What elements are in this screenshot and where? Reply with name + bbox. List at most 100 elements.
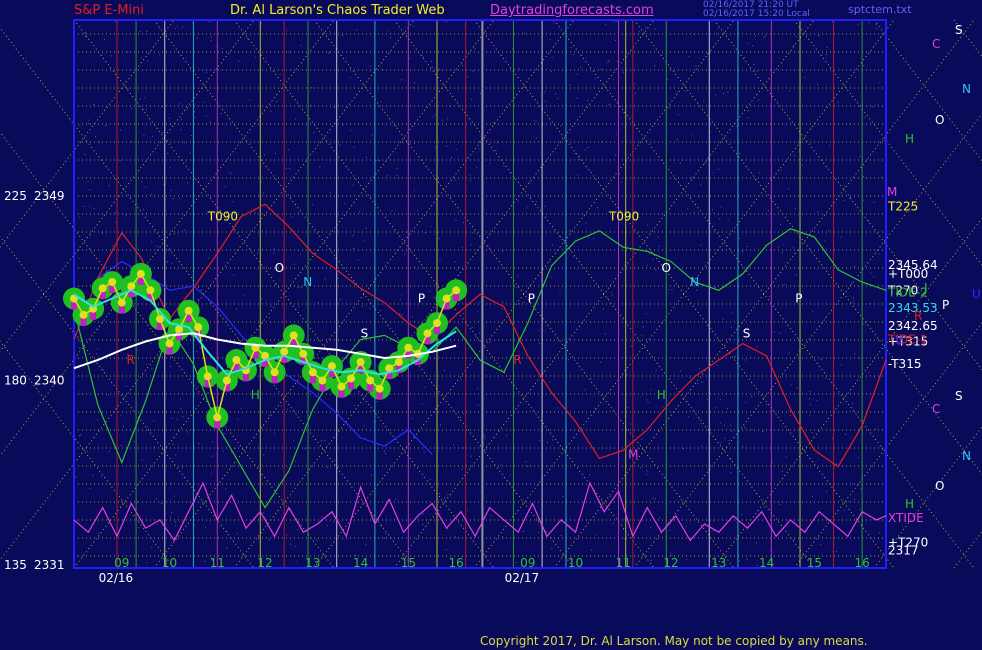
texture-dot [438, 492, 440, 495]
texture-dot [478, 332, 481, 334]
texture-dot [97, 419, 99, 421]
texture-dot [573, 53, 575, 56]
texture-dot [860, 487, 862, 489]
texture-dot [767, 209, 769, 212]
texture-dot [820, 544, 822, 546]
texture-dot [279, 279, 281, 281]
texture-dot [854, 353, 856, 355]
letter-label: O [662, 261, 671, 275]
texture-dot [715, 407, 717, 409]
texture-dot [779, 503, 781, 505]
texture-dot [794, 155, 796, 157]
texture-dot [594, 78, 596, 80]
edge-letter-label: O [935, 113, 944, 127]
right-level-label: 2345.64 [888, 258, 938, 272]
texture-dot [562, 495, 564, 498]
texture-dot [474, 47, 476, 50]
letter-label: T090 [608, 210, 639, 224]
texture-dot [719, 422, 721, 424]
texture-dot [863, 323, 865, 325]
x-tick-hour: 13 [305, 556, 320, 570]
texture-dot [509, 474, 511, 476]
texture-dot [608, 103, 610, 106]
texture-dot [595, 534, 598, 536]
texture-dot [614, 154, 616, 156]
texture-dot [875, 428, 877, 430]
texture-dot [413, 189, 416, 192]
texture-dot [151, 135, 154, 137]
texture-dot [119, 129, 122, 131]
texture-dot [535, 137, 537, 139]
texture-dot [353, 405, 355, 407]
texture-dot [138, 526, 140, 529]
y-tick-angle: 135 [4, 558, 27, 572]
x-tick-hour: 10 [568, 556, 583, 570]
texture-dot [352, 247, 355, 250]
texture-dot [178, 197, 181, 199]
texture-dot [180, 118, 182, 120]
texture-dot [826, 490, 828, 493]
texture-dot [560, 534, 562, 537]
texture-dot [587, 99, 589, 101]
texture-dot [79, 347, 81, 349]
texture-dot [608, 60, 610, 62]
texture-dot [727, 91, 729, 93]
texture-dot [386, 175, 388, 177]
texture-dot [233, 274, 235, 276]
texture-dot [185, 160, 187, 163]
texture-dot [320, 440, 323, 442]
letter-label: O [275, 261, 284, 275]
texture-dot [462, 312, 464, 314]
texture-dot [666, 78, 668, 81]
texture-dot [299, 253, 302, 256]
texture-dot [517, 200, 519, 202]
texture-dot [171, 417, 173, 419]
price-point [98, 284, 107, 293]
texture-dot [727, 219, 729, 221]
texture-dot [273, 252, 275, 254]
price-point [165, 339, 174, 348]
texture-dot [726, 408, 729, 410]
texture-dot [151, 240, 153, 243]
texture-dot [430, 226, 432, 228]
texture-dot [486, 449, 488, 451]
texture-dot [829, 144, 831, 146]
texture-dot [439, 260, 441, 262]
texture-dot [515, 286, 517, 288]
texture-dot [297, 529, 299, 531]
texture-dot [147, 426, 149, 428]
letter-label: T090 [207, 210, 238, 224]
texture-dot [758, 99, 760, 101]
x-tick-hour: 11 [616, 556, 631, 570]
texture-dot [687, 416, 689, 418]
texture-dot [452, 444, 455, 446]
texture-dot [333, 521, 335, 523]
texture-dot [650, 559, 652, 562]
texture-dot [169, 516, 171, 518]
texture-dot [472, 70, 474, 72]
texture-dot [825, 53, 828, 56]
letter-label: S [361, 326, 369, 340]
texture-dot [226, 547, 228, 549]
edge-letter-label: H [905, 497, 914, 511]
texture-dot [671, 288, 673, 291]
texture-dot [286, 408, 289, 411]
texture-dot [758, 172, 761, 174]
texture-dot [328, 52, 330, 54]
texture-dot [804, 76, 806, 79]
texture-dot [788, 410, 790, 412]
texture-dot [794, 208, 796, 210]
texture-dot [523, 32, 525, 34]
letter-label: M [628, 447, 638, 461]
x-tick-hour: 12 [257, 556, 272, 570]
site-url-link[interactable]: Daytradingforecasts.com [490, 3, 654, 18]
texture-dot [174, 524, 176, 527]
texture-dot [857, 23, 859, 25]
texture-dot [522, 531, 525, 533]
price-point [366, 376, 375, 385]
texture-dot [687, 208, 689, 210]
texture-dot [539, 439, 541, 441]
texture-dot [744, 359, 746, 361]
texture-dot [700, 184, 702, 186]
texture-dot [96, 353, 98, 355]
